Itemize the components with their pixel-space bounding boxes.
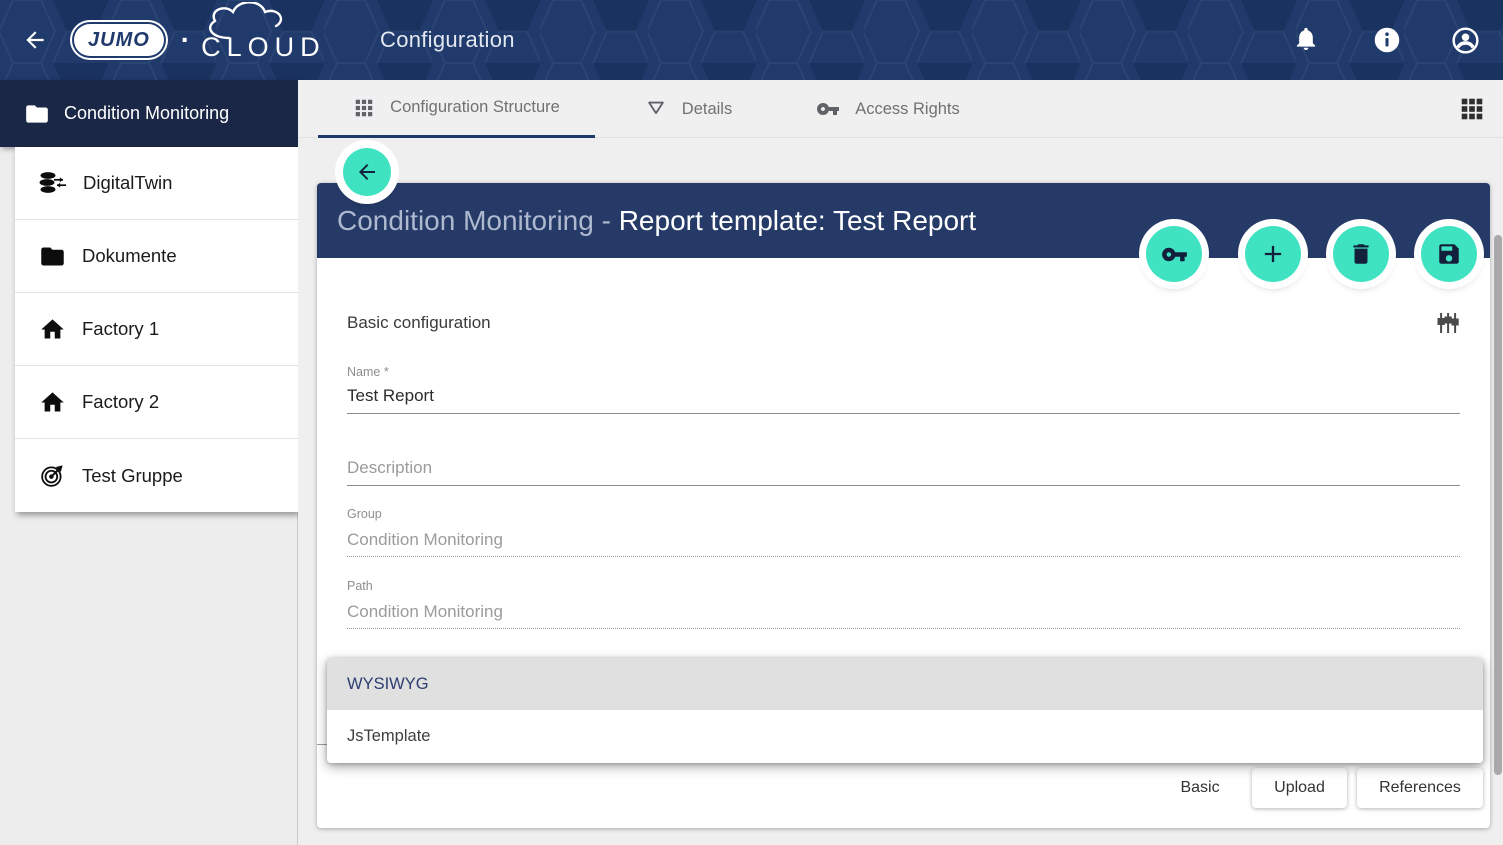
sidebar-item-label: DigitalTwin [83,172,172,194]
save-fab[interactable] [1421,226,1477,282]
name-input[interactable]: Test Report [347,386,434,406]
panel-header: Condition Monitoring - Report template: … [317,183,1490,258]
folder-icon [39,243,66,270]
digital-twin-icon [39,170,67,196]
apps-grid-icon [1459,96,1485,122]
save-icon [1436,241,1462,267]
group-field-underline [347,556,1460,557]
info-icon [1373,26,1401,54]
sidebar-item-digitaltwin[interactable]: DigitalTwin [15,147,298,220]
path-field-label: Path [347,579,373,593]
cloud-icon [195,2,345,42]
page-title: Configuration [380,0,515,80]
jumo-brand: JUMO [74,24,164,56]
name-field-underline [347,413,1460,414]
sidebar-item-label: Factory 2 [82,391,159,413]
sliders-icon [1434,309,1462,337]
template-type-dropdown: WYSIWYG JsTemplate [327,658,1483,763]
delete-fab[interactable] [1333,226,1389,282]
section-title: Basic configuration [347,313,491,333]
select-underline-stub [317,744,327,745]
key-icon [816,97,840,121]
plus-icon [1259,240,1287,268]
advanced-settings-button[interactable] [1434,309,1462,337]
panel-title: Report template: Test Report [619,205,976,237]
home-icon [39,389,66,416]
tab-access-rights[interactable]: Access Rights [782,80,994,138]
tab-label: Details [682,100,732,119]
back-icon[interactable] [22,27,48,53]
logo-separator: · [181,24,190,56]
path-field-value: Condition Monitoring [347,602,503,622]
sidebar-item-label: Dokumente [82,245,177,267]
dropdown-option-jstemplate[interactable]: JsTemplate [327,710,1483,763]
home-icon [39,316,66,343]
name-field-label: Name * [347,365,389,379]
sidebar-item-dokumente[interactable]: Dokumente [15,220,298,293]
dropdown-option-wysiwyg[interactable]: WYSIWYG [327,658,1483,710]
folder-icon [24,101,50,127]
upload-button[interactable]: Upload [1252,768,1347,808]
sidebar-header-label: Condition Monitoring [64,103,229,124]
path-field-underline [347,628,1460,629]
tab-configuration-structure[interactable]: Configuration Structure [318,80,595,138]
sidebar-group-items: DigitalTwin Dokumente Factory 1 Factory … [15,147,298,512]
key-icon [1161,241,1188,268]
sidebar-item-label: Test Gruppe [82,465,183,487]
account-button[interactable] [1451,26,1479,54]
notifications-button[interactable] [1293,26,1321,54]
tab-label: Access Rights [855,100,960,119]
tab-details[interactable]: Details [595,80,782,138]
references-button[interactable]: References [1357,768,1483,808]
account-icon [1451,26,1480,55]
access-key-fab[interactable] [1146,226,1202,282]
sidebar-item-factory-2[interactable]: Factory 2 [15,366,298,439]
add-fab[interactable] [1245,226,1301,282]
app-header: JUMO · CLOUD Configuration [0,0,1503,80]
panel-back-button[interactable] [343,148,391,196]
trash-icon [1348,241,1374,267]
sidebar-item-test-gruppe[interactable]: Test Gruppe [15,439,298,512]
bell-icon [1293,26,1319,52]
description-input[interactable]: Description [347,458,432,478]
cloud-wordmark: CLOUD [201,18,326,63]
tab-bar: Configuration Structure Details Access R… [298,80,1503,138]
panel-title-prefix: Condition Monitoring - [337,205,619,237]
sidebar-header-condition-monitoring[interactable]: Condition Monitoring [0,80,298,147]
sidebar-item-factory-1[interactable]: Factory 1 [15,293,298,366]
basic-button[interactable]: Basic [1160,768,1240,808]
description-field-underline [347,485,1460,486]
group-field-label: Group [347,507,382,521]
tab-label: Configuration Structure [390,98,560,117]
app-window: JUMO · CLOUD Configuration [0,0,1503,845]
apps-grid-button[interactable] [1459,96,1485,122]
funnel-icon [645,98,667,120]
arrow-left-icon [355,160,379,184]
vertical-scrollbar[interactable] [1494,235,1502,775]
grid-icon [353,97,375,119]
sidebar-item-label: Factory 1 [82,318,159,340]
group-field-value: Condition Monitoring [347,530,503,550]
jumo-cloud-logo: JUMO · CLOUD [74,0,326,80]
info-button[interactable] [1373,26,1401,54]
target-icon [39,462,66,489]
